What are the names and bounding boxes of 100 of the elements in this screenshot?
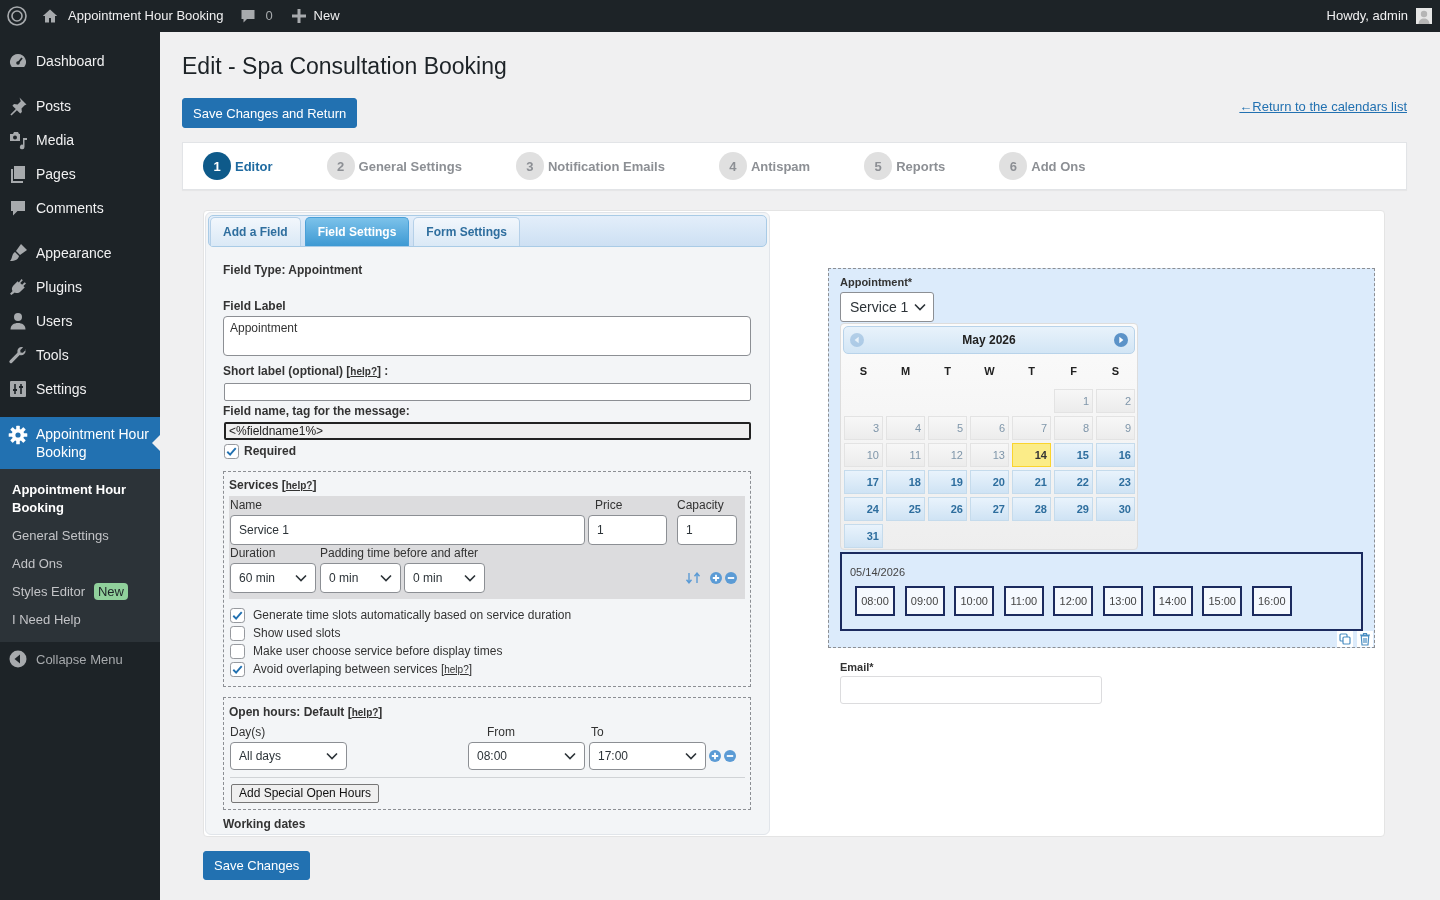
calendar-day[interactable]: 25 (886, 497, 925, 521)
collapse-menu-button[interactable]: Collapse Menu (0, 642, 160, 676)
text-input[interactable]: Service 1 (230, 515, 585, 545)
help-link[interactable]: help? (350, 366, 377, 377)
checkbox[interactable] (230, 607, 245, 623)
time-slot-button[interactable]: 10:00 (954, 586, 995, 616)
calendar-day[interactable]: 14 (1012, 443, 1051, 467)
menu-item[interactable]: Dashboard (0, 44, 160, 78)
weekday-label: F (1070, 364, 1077, 378)
submenu-item[interactable]: I Need Help (0, 606, 160, 634)
text-area[interactable]: Appointment (223, 316, 751, 356)
add-special-hours-button[interactable]: Add Special Open Hours (231, 784, 380, 803)
editor-tab[interactable]: Form Settings (413, 217, 521, 246)
editor-tab[interactable]: Add a Field (210, 217, 301, 246)
checkbox[interactable] (224, 443, 239, 459)
menu-item[interactable]: Plugins (0, 270, 160, 304)
time-slot-button[interactable]: 08:00 (855, 586, 895, 616)
time-slot-button[interactable]: 13:00 (1102, 586, 1143, 616)
calendar-day[interactable]: 29 (1054, 497, 1093, 521)
minus-circle-icon[interactable] (725, 572, 737, 584)
speech-bubble-icon (8, 198, 28, 218)
trash-icon[interactable] (1357, 631, 1373, 647)
plug-icon (8, 277, 28, 297)
menu-item[interactable]: Posts (0, 89, 160, 123)
calendar-day[interactable]: 30 (1096, 497, 1135, 521)
time-slot-button[interactable]: 12:00 (1053, 586, 1094, 616)
submenu-item[interactable]: Styles Editor New (0, 578, 160, 606)
calendar-day[interactable]: 16 (1096, 443, 1135, 467)
calendar-day[interactable]: 24 (844, 497, 883, 521)
calendar-day[interactable]: 21 (1012, 470, 1051, 494)
service-select[interactable]: Service 1 (840, 292, 935, 322)
weekday-label: W (984, 364, 995, 378)
calendar-day[interactable]: 19 (928, 470, 967, 494)
calendar-day[interactable]: 22 (1054, 470, 1093, 494)
circle-arrow-left-icon (8, 649, 28, 669)
menu-item[interactable]: Users (0, 304, 160, 338)
menu-item[interactable]: Appointment Hour Booking (0, 417, 160, 469)
select-field[interactable]: 0 min (320, 563, 401, 593)
checkbox-label: Make user choose service before display times (253, 643, 503, 659)
calendar-day[interactable]: 18 (886, 470, 925, 494)
plus-circle-icon[interactable] (709, 750, 721, 762)
text-input[interactable]: <%fieldname1%> (224, 422, 751, 440)
time-slot-button[interactable]: 11:00 (1003, 586, 1044, 616)
plus-circle-icon[interactable] (710, 572, 722, 584)
circle-arrow-left-icon[interactable] (850, 333, 864, 347)
help-link[interactable]: help? (351, 707, 379, 718)
checkbox[interactable] (230, 661, 245, 677)
menu-item[interactable]: Settings (0, 372, 160, 406)
submenu-item[interactable]: Add Ons (0, 550, 160, 578)
logo-icon[interactable] (7, 6, 27, 26)
menu-item[interactable]: Pages (0, 157, 160, 191)
calendar-day[interactable]: 15 (1054, 443, 1093, 467)
save-return-button[interactable]: Save Changes and Return (182, 98, 358, 128)
menu-item[interactable]: Appearance (0, 236, 160, 270)
select-field[interactable]: 0 min (404, 563, 485, 593)
help-link[interactable]: help? (285, 480, 313, 491)
save-changes-button[interactable]: Save Changes (203, 851, 311, 880)
column-header: Name (230, 497, 262, 513)
submenu-item[interactable]: Appointment Hour Booking (0, 476, 160, 522)
checkbox[interactable] (230, 625, 245, 641)
copy-icon[interactable] (1337, 631, 1353, 647)
new-badge: New (94, 583, 128, 600)
checkbox[interactable] (230, 643, 245, 659)
menu-item[interactable]: Comments (0, 191, 160, 225)
calendar-day[interactable]: 17 (844, 470, 883, 494)
step-tab[interactable]: 1 Editor (203, 152, 273, 180)
calendar-day[interactable]: 23 (1096, 470, 1135, 494)
circle-arrow-right-icon[interactable] (1114, 333, 1128, 347)
form-label: Services [help?] (229, 477, 318, 494)
gear-icon (8, 425, 28, 445)
account-link[interactable]: Howdy, admin (1326, 0, 1432, 32)
help-link[interactable]: help? (444, 663, 469, 675)
minus-circle-icon[interactable] (724, 750, 736, 762)
site-name-link[interactable]: Appointment Hour Booking (42, 0, 224, 32)
select-field[interactable]: All days (230, 742, 347, 770)
select-field[interactable]: 08:00 (468, 742, 585, 770)
menu-item[interactable]: Media (0, 123, 160, 157)
comments-link[interactable]: 0 (240, 0, 273, 32)
calendar-day[interactable]: 26 (928, 497, 967, 521)
select-field[interactable]: 60 min (230, 563, 316, 593)
calendar-day[interactable]: 20 (970, 470, 1009, 494)
time-slot-button[interactable]: 16:00 (1251, 586, 1292, 616)
text-input[interactable]: 1 (677, 515, 737, 545)
sort-arrows-icon[interactable] (685, 572, 701, 584)
calendar-day[interactable]: 28 (1012, 497, 1051, 521)
text-input[interactable] (224, 383, 751, 401)
new-link[interactable]: New (291, 0, 340, 32)
calendar-day[interactable]: 27 (970, 497, 1009, 521)
time-slot-button[interactable]: 14:00 (1152, 586, 1193, 616)
select-field[interactable]: 17:00 (589, 742, 706, 770)
time-slot-button[interactable]: 15:00 (1202, 586, 1243, 616)
time-slot-button[interactable]: 09:00 (904, 586, 945, 616)
weekday-label: T (944, 364, 951, 378)
return-link[interactable]: ←Return to the calendars list (1239, 99, 1407, 115)
chevron-down-icon (326, 752, 338, 760)
text-input[interactable]: 1 (588, 515, 667, 545)
form-label: Field name, tag for the message: (223, 403, 411, 419)
calendar-day[interactable]: 31 (844, 524, 883, 548)
menu-item[interactable]: Tools (0, 338, 160, 372)
submenu-item[interactable]: General Settings (0, 522, 160, 550)
